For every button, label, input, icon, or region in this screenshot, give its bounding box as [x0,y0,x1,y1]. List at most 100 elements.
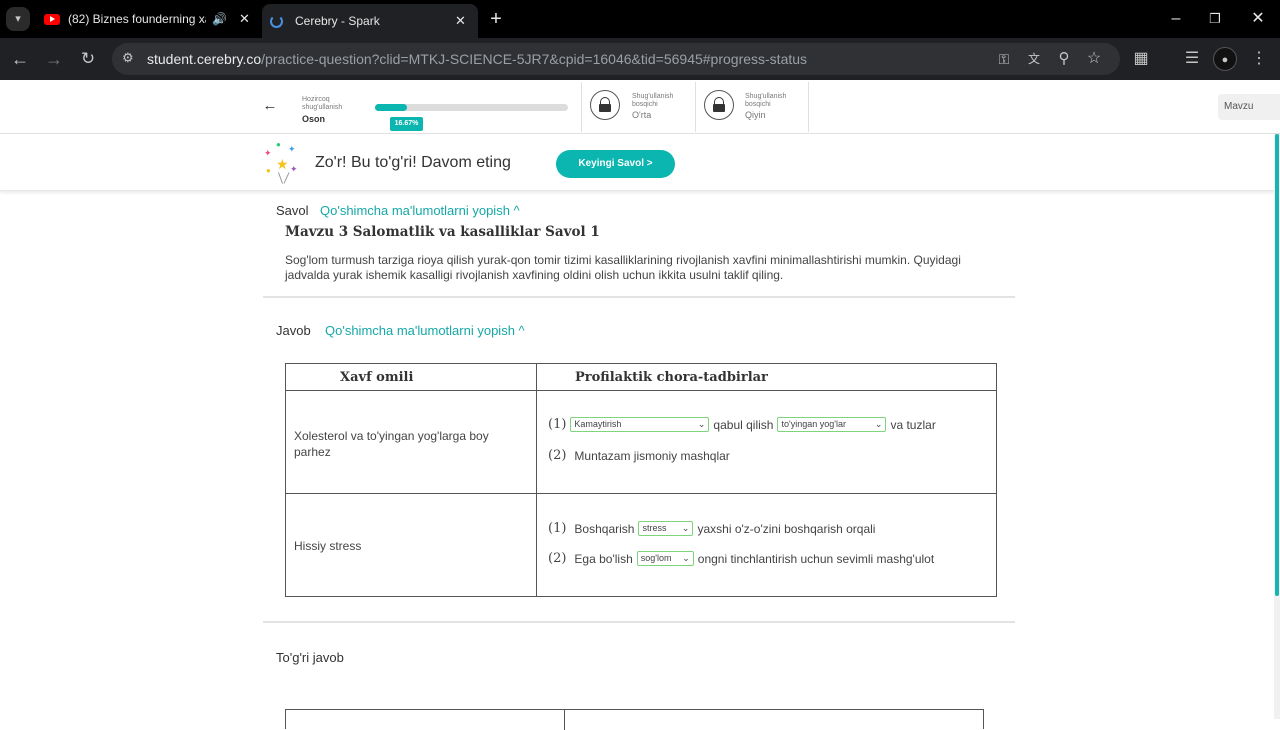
success-banner: ★ ✦ ✦ ● ✦ ● Zo'r! Bu to'g'ri! Davom etin… [0,134,1280,191]
section-divider [263,621,1015,623]
level-label: Hozircoq [302,96,330,103]
tab-cerebry[interactable]: Cerebry - Spark ✕ [262,4,478,38]
tab-title: (82) Biznes founderning xar [68,12,206,26]
header-separator [581,82,582,132]
browser-tab-bar: ▾ (82) Biznes founderning xar 🔊 ✕ Cerebr… [0,0,1280,38]
scrollbar-thumb[interactable] [1275,134,1279,596]
answer-label: Javob [276,323,311,338]
dropdown-reduce[interactable]: Kamaytirish ⌄ [570,417,710,432]
address-bar[interactable]: ⚙ student.cerebry.co/practice-question?c… [112,43,1120,75]
measure-line: (1) Boshqarish stress ⌄ yaxshi o'z-o'zini… [548,521,875,536]
tab-search-icon[interactable]: ▾ [6,7,30,31]
chevron-down-icon: ⌄ [682,553,690,563]
level-label: Shug'ullanish [632,93,674,100]
profile-avatar-icon[interactable]: ● [1213,47,1237,71]
dropdown-value: Kamaytirish [574,419,622,429]
celebration-icon: ★ ✦ ✦ ● ✦ ● [262,140,302,186]
question-text: Sog'lom turmush tarziga rioya qilish yur… [285,253,961,282]
url-host: student.cerebry.co [147,51,262,67]
media-control-icon[interactable]: ☰ [1180,47,1204,71]
correct-answer-label: To'g'ri javob [276,650,344,665]
section-divider [263,296,1015,298]
header-separator [808,82,809,132]
measure-text: qabul qilish [713,417,774,432]
next-question-button[interactable]: Keyingi Savol > [556,150,675,178]
column-header-measures: Profilaktik chora-tadbirlar [575,370,768,385]
tab-youtube[interactable]: (82) Biznes founderning xar 🔊 ✕ [36,5,258,33]
lock-icon [704,90,734,120]
chevron-down-icon: ⌄ [697,419,706,429]
risk-factor-cell: Xolesterol va to'yingan yog'larga boy pa… [294,429,489,459]
tab-title: Cerebry - Spark [295,14,380,28]
measure-text: Boshqarish [574,521,635,536]
measure-line: (2) Ega bo'lish sog'lom ⌄ ongni tinchlant… [548,551,934,566]
chevron-down-icon: ⌄ [681,523,690,533]
measure-number: (2) [548,551,567,566]
progress-fill [375,104,408,111]
dropdown-value: sog'lom [640,553,672,563]
audio-playing-icon[interactable]: 🔊 [212,12,227,26]
url-text: student.cerebry.co/practice-question?cli… [147,51,807,67]
level-label: bosqichi [632,101,658,108]
level-name: Oson [302,114,326,124]
measure-number: (2) [548,448,567,463]
column-header-risk: Xavf omili [340,370,414,385]
password-key-icon[interactable]: ⚿ [992,47,1016,71]
success-message: Zo'r! Bu to'g'ri! Davom eting [315,154,511,171]
forward-icon[interactable]: → [42,47,66,71]
bookmark-star-icon[interactable]: ☆ [1082,47,1106,71]
close-tab-icon[interactable]: ✕ [239,11,250,27]
question-label: Savol [276,203,309,218]
dropdown-value: to'yingan yog'lar [781,419,846,429]
restore-icon[interactable]: ❐ [1203,7,1227,31]
level-name: O'rta [632,110,652,120]
new-tab-icon[interactable]: + [484,7,508,31]
current-level: Hozircoq shug'ullanish Oson 16.67% [302,96,577,132]
translate-icon[interactable]: 文 [1022,47,1046,71]
measure-text: ongni tinchlantirish uchun sevimli mashg… [697,551,935,566]
header-separator [695,82,696,132]
table-border [286,493,996,494]
cerebry-spinner-icon [270,14,283,28]
close-tab-icon[interactable]: ✕ [455,13,466,29]
progress-track [375,104,568,111]
level-header: ← Hozircoq shug'ullanish Oson 16.67% Shu… [0,80,1280,134]
question-title: Mavzu 3 Salomatlik va kasalliklar Savol … [285,224,600,240]
question-toggle-link[interactable]: Qo'shimcha ma'lumotlarni yopish ^ [320,203,520,218]
locked-level-hard[interactable]: Shug'ullanish bosqichi Qiyin [704,90,809,126]
table-border [564,710,565,730]
progress-badge: 16.67% [390,117,423,131]
table-border [286,390,996,391]
dropdown-stress[interactable]: stress ⌄ [638,521,694,536]
dropdown-healthy[interactable]: sog'lom ⌄ [636,551,694,566]
measure-line: (2) Muntazam jismoniy mashqlar [548,448,730,463]
measure-text: Muntazam jismoniy mashqlar [574,448,730,463]
youtube-icon [44,13,60,25]
measure-text: va tuzlar [890,417,936,432]
menu-dots-icon[interactable]: ⋮ [1247,47,1271,71]
measure-line: (1) Kamaytirish ⌄ qabul qilish to'yingan … [548,417,936,432]
table-border [536,364,537,596]
locked-level-medium[interactable]: Shug'ullanish bosqichi O'rta [590,90,695,126]
back-icon[interactable]: ← [8,47,32,71]
reload-icon[interactable]: ↻ [76,47,100,71]
level-label: bosqichi [745,101,771,108]
measure-number: (1) [548,417,567,432]
measure-text: Ega bo'lish [574,551,633,566]
answer-toggle-link[interactable]: Qo'shimcha ma'lumotlarni yopish ^ [325,323,525,338]
extensions-icon[interactable]: ▦ [1129,47,1153,71]
topic-button[interactable]: Mavzu [1218,94,1280,120]
browser-toolbar: ← → ↻ ⚙ student.cerebry.co/practice-ques… [0,38,1280,80]
measure-text: yaxshi o'z-o'zini boshqarish orqali [697,521,876,536]
minimize-icon[interactable]: – [1164,7,1188,31]
chevron-down-icon: ⌄ [874,419,883,429]
close-window-icon[interactable]: ✕ [1246,7,1270,31]
level-label: Shug'ullanish [745,93,787,100]
correct-answer-table [285,709,984,730]
back-arrow-icon[interactable]: ← [258,94,282,118]
site-settings-icon[interactable]: ⚙ [122,50,134,66]
zoom-icon[interactable]: ⚲ [1052,47,1076,71]
level-name: Qiyin [745,110,766,120]
url-path: /practice-question?clid=MTKJ-SCIENCE-5JR… [261,51,808,67]
dropdown-fats[interactable]: to'yingan yog'lar ⌄ [777,417,887,432]
